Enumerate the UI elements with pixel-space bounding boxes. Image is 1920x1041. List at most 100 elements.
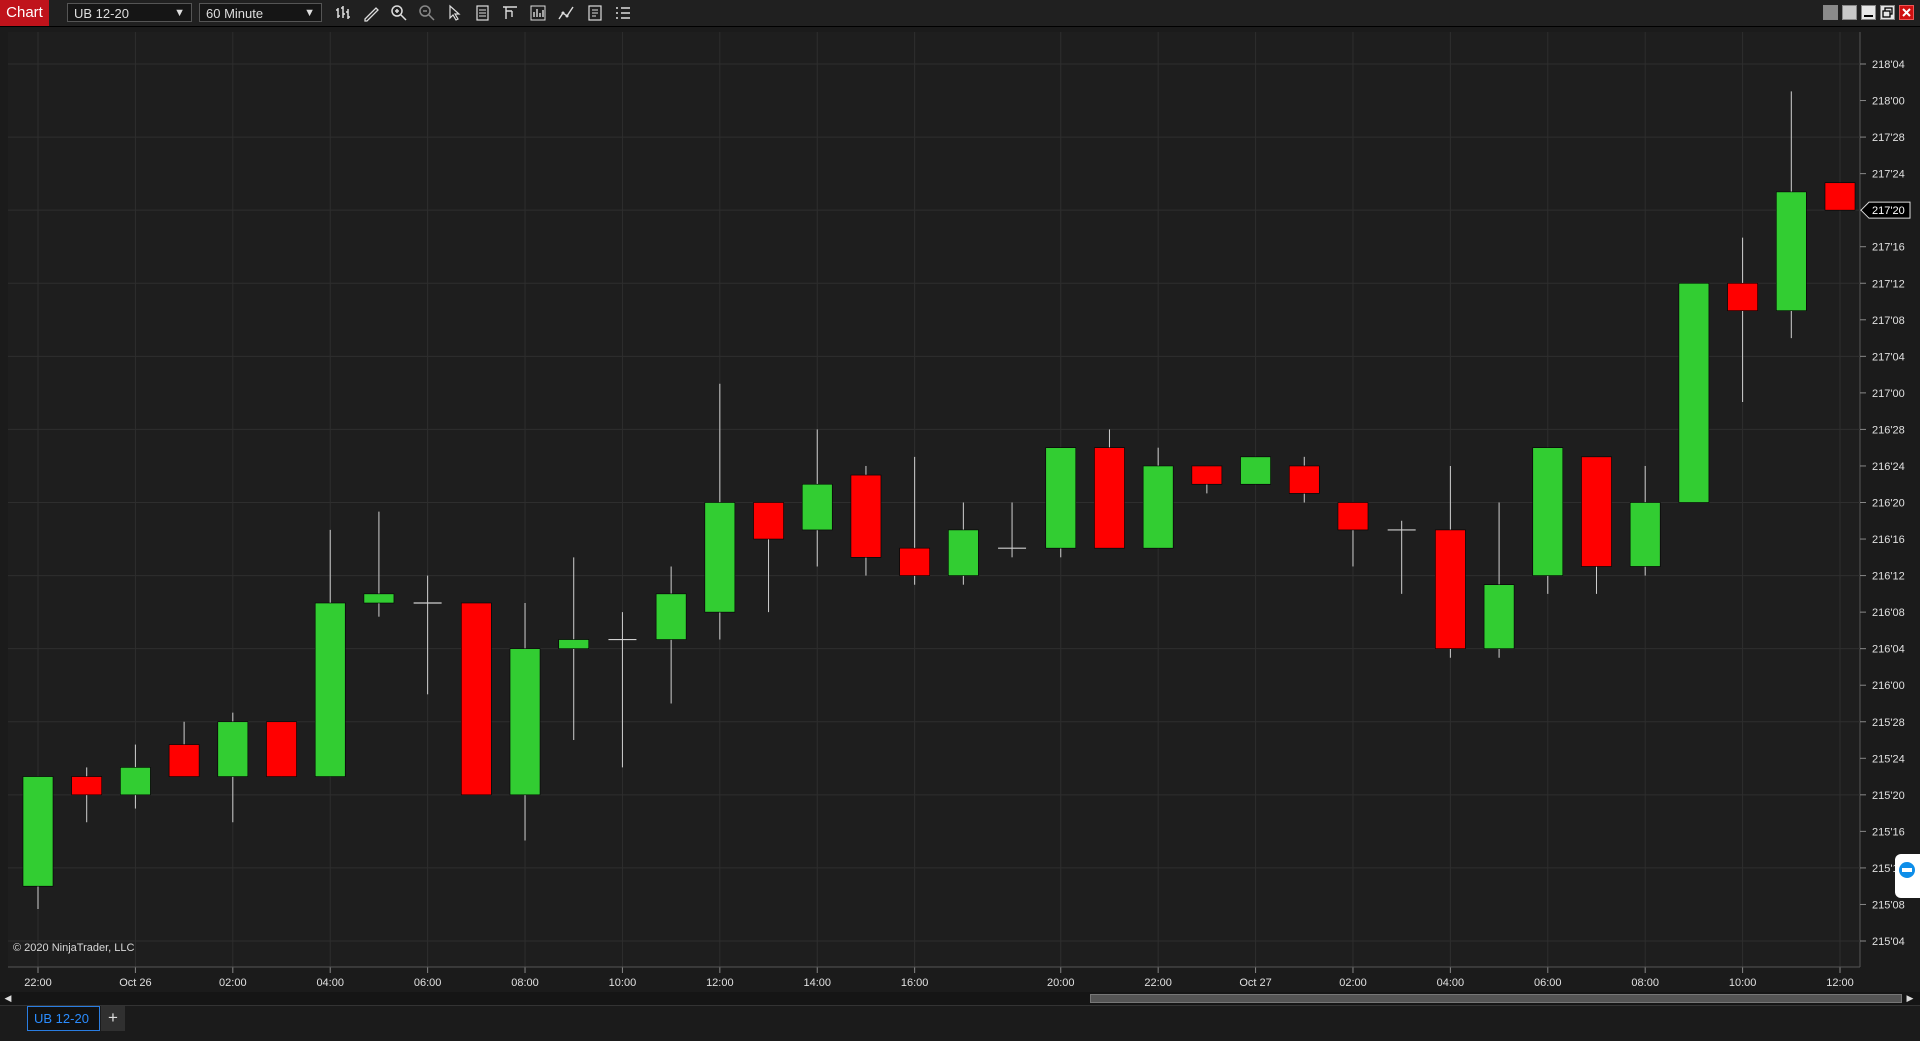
candle-body-down bbox=[1288, 465, 1320, 494]
remote-support-icon[interactable] bbox=[1895, 854, 1920, 898]
grid-icon[interactable] bbox=[1842, 5, 1857, 20]
price-tick-label: 217'08 bbox=[1872, 315, 1905, 327]
candle-body-up bbox=[801, 483, 833, 531]
candle-body-up bbox=[704, 502, 736, 613]
candle-body-down bbox=[1337, 502, 1369, 531]
candle-body-up bbox=[1775, 191, 1807, 311]
candle bbox=[1824, 182, 1856, 211]
time-tick-label: 06:00 bbox=[414, 977, 442, 989]
scrollbar-thumb[interactable] bbox=[1090, 994, 1902, 1003]
time-tick-label: 02:00 bbox=[219, 977, 247, 989]
time-tick-label: 12:00 bbox=[706, 977, 734, 989]
indicators-icon[interactable] bbox=[557, 4, 575, 22]
price-tick-label: 216'28 bbox=[1872, 424, 1905, 436]
candle-body-up bbox=[363, 593, 395, 604]
time-tick-label: 02:00 bbox=[1339, 977, 1367, 989]
time-tick-label: 14:00 bbox=[803, 977, 831, 989]
time-axis[interactable]: 22:00 Oct 26 02:00 04:00 06:00 08:00 10:00 12:0… bbox=[8, 966, 1860, 989]
minimize-icon[interactable] bbox=[1861, 5, 1876, 20]
candle-body-up bbox=[948, 529, 979, 576]
interval-selector[interactable]: 60 Minute ▼ bbox=[199, 3, 322, 22]
time-tick-label: 08:00 bbox=[1631, 977, 1659, 989]
price-tick-label: 217'12 bbox=[1872, 278, 1905, 290]
strategies-icon[interactable] bbox=[529, 4, 547, 22]
price-tick-label: 215'28 bbox=[1872, 717, 1905, 729]
time-tick-label: 04:00 bbox=[1437, 977, 1465, 989]
pointer-icon[interactable] bbox=[446, 4, 464, 22]
zoom-out-icon[interactable] bbox=[418, 4, 436, 22]
candle-body-down bbox=[1435, 529, 1466, 649]
data-box-icon[interactable] bbox=[474, 4, 492, 22]
time-tick-label: Oct 26 bbox=[119, 977, 151, 989]
price-tick-label: 217'28 bbox=[1872, 132, 1905, 144]
time-tick-label: 22:00 bbox=[24, 977, 52, 989]
bars-type-icon[interactable] bbox=[335, 4, 353, 22]
candle-body-down bbox=[71, 776, 103, 796]
price-tick-label: 215'16 bbox=[1872, 826, 1905, 838]
candle-body-down bbox=[1094, 447, 1125, 549]
drawing-tools-icon[interactable] bbox=[362, 4, 380, 22]
horizontal-scrollbar[interactable]: ◀ ▶ bbox=[0, 992, 1920, 1005]
price-tick-label: 216'20 bbox=[1872, 498, 1905, 510]
current-price-text: 217'20 bbox=[1872, 205, 1905, 217]
candle-body-down bbox=[1824, 182, 1856, 211]
price-tick-label: 218'00 bbox=[1872, 96, 1905, 108]
scroll-right-icon[interactable]: ▶ bbox=[1904, 992, 1916, 1005]
price-tick-label: 218'04 bbox=[1872, 59, 1905, 71]
candle-body-up bbox=[1142, 465, 1174, 549]
price-tick-label: 215'20 bbox=[1872, 790, 1905, 802]
tab-instrument[interactable]: UB 12-20 bbox=[27, 1006, 100, 1031]
candle-body-up bbox=[1045, 447, 1077, 549]
price-tick-label: 216'24 bbox=[1872, 461, 1905, 473]
zoom-in-icon[interactable] bbox=[390, 4, 408, 22]
templates-icon[interactable] bbox=[501, 4, 519, 22]
instrument-selector[interactable]: UB 12-20 ▼ bbox=[67, 3, 192, 22]
time-tick-label: Oct 27 bbox=[1239, 977, 1271, 989]
time-tick-label: 08:00 bbox=[511, 977, 539, 989]
candle-body-down bbox=[461, 602, 492, 796]
maximize-icon[interactable] bbox=[1880, 5, 1895, 20]
candle-body-down bbox=[266, 721, 297, 777]
candle-body-down bbox=[168, 744, 200, 777]
candle-body-up bbox=[22, 776, 54, 887]
copyright-notice: © 2020 NinjaTrader, LLC bbox=[13, 942, 135, 954]
time-tick-label: 16:00 bbox=[901, 977, 929, 989]
price-axis[interactable]: 218'04 218'00 217'28 217'24 217'20 217'16 217'… bbox=[1860, 59, 1905, 948]
candle-body-up bbox=[1629, 502, 1661, 567]
candle-body-down bbox=[753, 502, 784, 540]
price-tick-label: 216'16 bbox=[1872, 534, 1905, 546]
candle bbox=[266, 721, 297, 777]
chevron-down-icon: ▼ bbox=[304, 7, 315, 19]
candle bbox=[1678, 282, 1710, 503]
chart-window-label[interactable]: Chart bbox=[0, 0, 49, 26]
price-tick-label: 216'00 bbox=[1872, 680, 1905, 692]
candle-body-up bbox=[120, 767, 151, 796]
close-icon[interactable] bbox=[1899, 5, 1914, 20]
time-tick-label: 10:00 bbox=[609, 977, 637, 989]
price-tick-label: 216'08 bbox=[1872, 607, 1905, 619]
candle-body-down bbox=[1191, 465, 1223, 485]
add-tab-button[interactable]: + bbox=[101, 1006, 125, 1031]
candle bbox=[461, 602, 492, 796]
time-tick-label: 06:00 bbox=[1534, 977, 1562, 989]
price-tick-label: 215'08 bbox=[1872, 899, 1905, 911]
scroll-left-icon[interactable]: ◀ bbox=[2, 992, 14, 1005]
tile-icon[interactable] bbox=[1823, 5, 1838, 20]
current-price-marker: 217'20 bbox=[1860, 201, 1911, 219]
time-tick-label: 22:00 bbox=[1144, 977, 1172, 989]
candle-body-up bbox=[1483, 584, 1515, 649]
candle-body-up bbox=[558, 639, 590, 649]
chevron-down-icon: ▼ bbox=[174, 7, 185, 19]
properties-icon[interactable] bbox=[586, 4, 604, 22]
candle-body-up bbox=[509, 648, 541, 796]
candle-body-up bbox=[1532, 447, 1564, 576]
time-tick-label: 12:00 bbox=[1826, 977, 1854, 989]
price-tick-label: 215'04 bbox=[1872, 936, 1905, 948]
candle-body-down bbox=[1727, 282, 1758, 311]
chart-trader-icon[interactable] bbox=[614, 4, 632, 22]
candle-body-up bbox=[655, 593, 687, 640]
time-tick-label: 10:00 bbox=[1729, 977, 1757, 989]
candle-body-down bbox=[899, 547, 930, 576]
price-chart[interactable]: 218'04 218'00 217'28 217'24 217'20 217'16 217'… bbox=[0, 27, 1920, 992]
chart-toolbar: Chart UB 12-20 ▼ 60 Minute ▼ bbox=[0, 0, 1920, 27]
